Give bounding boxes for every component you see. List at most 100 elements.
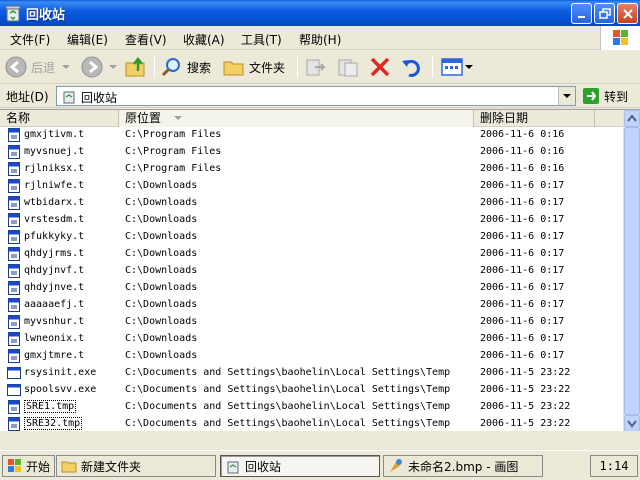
file-row[interactable]: SRE32.tmp C:\Documents and Settings\baohe…	[0, 416, 624, 431]
list-header: 名称 原位置 删除日期	[0, 110, 624, 127]
menu-help[interactable]: 帮助(H)	[299, 31, 341, 48]
file-row[interactable]: gmxjtivm.t C:\Program Files 2006-11-6 0:16	[0, 127, 624, 144]
file-name: spoolsvv.exe	[24, 384, 97, 395]
clock: 1:14	[590, 455, 638, 477]
file-location: C:\Downloads	[125, 299, 198, 310]
restore-button[interactable]	[594, 3, 615, 24]
scroll-thumb[interactable]	[624, 127, 640, 415]
undo-button[interactable]	[400, 54, 424, 80]
task-recycle-bin[interactable]: 回收站	[220, 455, 380, 477]
menu-favorites[interactable]: 收藏(A)	[183, 31, 225, 48]
file-location: C:\Documents and Settings\baohelin\Local…	[125, 367, 451, 378]
address-label: 地址(D)	[6, 90, 49, 104]
file-row[interactable]: SRE1.tmp C:\Documents and Settings\baohel…	[0, 399, 624, 416]
undo-icon	[402, 59, 420, 77]
column-location[interactable]: 原位置	[119, 110, 474, 127]
file-name: rjlniwfe.t	[24, 180, 85, 191]
views-icon	[441, 58, 463, 76]
address-dropdown-button[interactable]	[558, 87, 575, 105]
search-label: 搜索	[187, 60, 212, 75]
vertical-scrollbar[interactable]	[623, 110, 640, 431]
paint-icon	[390, 459, 402, 472]
address-input[interactable]: 回收站	[56, 86, 576, 106]
menu-tools[interactable]: 工具(T)	[241, 31, 282, 48]
file-row[interactable]: pfukkyky.t C:\Downloads 2006-11-6 0:17	[0, 229, 624, 246]
column-deleted-date[interactable]: 删除日期	[474, 110, 595, 127]
task-new-folder[interactable]: 新建文件夹	[56, 455, 216, 477]
address-bar: 地址(D) 回收站 转到	[0, 84, 640, 108]
sort-arrow-icon	[173, 116, 182, 120]
file-row[interactable]: gmxjtmre.t C:\Downloads 2006-11-6 0:17	[0, 348, 624, 365]
application-icon	[7, 367, 21, 379]
minimize-button[interactable]	[571, 3, 592, 24]
scroll-up-button[interactable]	[624, 110, 640, 127]
menu-view[interactable]: 查看(V)	[125, 31, 167, 48]
menu-bar: 文件(F) 编辑(E) 查看(V) 收藏(A) 工具(T) 帮助(H)	[0, 26, 640, 50]
forward-button[interactable]	[80, 54, 118, 80]
back-button[interactable]: 后退	[4, 54, 71, 80]
delete-button[interactable]	[368, 54, 392, 80]
scroll-down-button[interactable]	[624, 415, 640, 431]
chevron-down-icon	[627, 420, 637, 428]
file-row[interactable]: qhdyjnve.t C:\Downloads 2006-11-6 0:17	[0, 280, 624, 297]
file-row[interactable]: qhdyjnvf.t C:\Downloads 2006-11-6 0:17	[0, 263, 624, 280]
file-row[interactable]: rjlniwfe.t C:\Downloads 2006-11-6 0:17	[0, 178, 624, 195]
file-row[interactable]: rjlniksx.t C:\Program Files 2006-11-6 0:16	[0, 161, 624, 178]
copy-to-icon	[338, 59, 358, 77]
file-row[interactable]: vrstesdm.t C:\Downloads 2006-11-6 0:17	[0, 212, 624, 229]
file-deleted-date: 2006-11-6 0:17	[480, 333, 565, 344]
menu-file[interactable]: 文件(F)	[10, 31, 50, 48]
copy-to-button[interactable]	[336, 54, 360, 80]
windows-logo-icon	[600, 26, 640, 50]
file-deleted-date: 2006-11-6 0:17	[480, 316, 565, 327]
file-location: C:\Downloads	[125, 316, 198, 327]
file-deleted-date: 2006-11-6 0:16	[480, 129, 565, 140]
file-name: rsysinit.exe	[24, 367, 97, 378]
chevron-down-icon	[109, 65, 117, 69]
go-button[interactable]: 转到	[582, 86, 628, 106]
search-button[interactable]: 搜索	[160, 54, 211, 80]
title-bar[interactable]: 回收站	[0, 0, 640, 26]
file-location: C:\Documents and Settings\baohelin\Local…	[125, 401, 451, 412]
file-deleted-date: 2006-11-6 0:17	[480, 214, 565, 225]
file-location: C:\Downloads	[125, 265, 198, 276]
file-row[interactable]: myvsnuej.t C:\Program Files 2006-11-6 0:16	[0, 144, 624, 161]
close-icon	[623, 9, 633, 19]
file-row[interactable]: wtbidarx.t C:\Downloads 2006-11-6 0:17	[0, 195, 624, 212]
move-to-button[interactable]	[304, 54, 328, 80]
file-location: C:\Documents and Settings\baohelin\Local…	[125, 384, 451, 395]
file-name: myvsnhur.t	[24, 316, 85, 327]
file-deleted-date: 2006-11-6 0:17	[480, 299, 565, 310]
file-name: vrstesdm.t	[24, 214, 85, 225]
file-row[interactable]: aaaaaefj.t C:\Downloads 2006-11-6 0:17	[0, 297, 624, 314]
folders-button[interactable]: 文件夹	[222, 54, 285, 80]
file-deleted-date: 2006-11-6 0:17	[480, 197, 565, 208]
up-folder-button[interactable]	[124, 54, 148, 80]
file-name: gmxjtivm.t	[24, 129, 85, 140]
recycle-bin-icon	[63, 91, 75, 104]
views-button[interactable]	[440, 54, 473, 80]
file-name: myvsnuej.t	[24, 146, 85, 157]
file-row[interactable]: spoolsvv.exe C:\Documents and Settings\ba…	[0, 382, 624, 399]
file-name: qhdyjnve.t	[24, 282, 85, 293]
file-row[interactable]: qhdyjrms.t C:\Downloads 2006-11-6 0:17	[0, 246, 624, 263]
task-paint[interactable]: 未命名2.bmp - 画图	[383, 455, 543, 477]
back-label: 后退	[31, 60, 56, 75]
file-icon	[8, 213, 20, 227]
file-row[interactable]: myvsnhur.t C:\Downloads 2006-11-6 0:17	[0, 314, 624, 331]
file-name: lwneonix.t	[24, 333, 85, 344]
column-name[interactable]: 名称	[0, 110, 119, 127]
chevron-down-icon	[62, 65, 71, 69]
file-deleted-date: 2006-11-6 0:17	[480, 282, 565, 293]
file-location: C:\Documents and Settings\baohelin\Local…	[125, 418, 451, 429]
delete-x-icon	[370, 57, 390, 77]
close-button[interactable]	[617, 3, 638, 24]
start-button[interactable]: 开始	[2, 455, 56, 477]
windows-flag-icon	[8, 459, 21, 472]
file-row[interactable]: rsysinit.exe C:\Documents and Settings\ba…	[0, 365, 624, 382]
file-row[interactable]: lwneonix.t C:\Downloads 2006-11-6 0:17	[0, 331, 624, 348]
file-deleted-date: 2006-11-6 0:17	[480, 248, 565, 259]
file-name: qhdyjnvf.t	[24, 265, 85, 276]
file-list[interactable]: 名称 原位置 删除日期 gmxjtivm.t C:\Program Files 20…	[0, 109, 640, 431]
menu-edit[interactable]: 编辑(E)	[67, 31, 108, 48]
